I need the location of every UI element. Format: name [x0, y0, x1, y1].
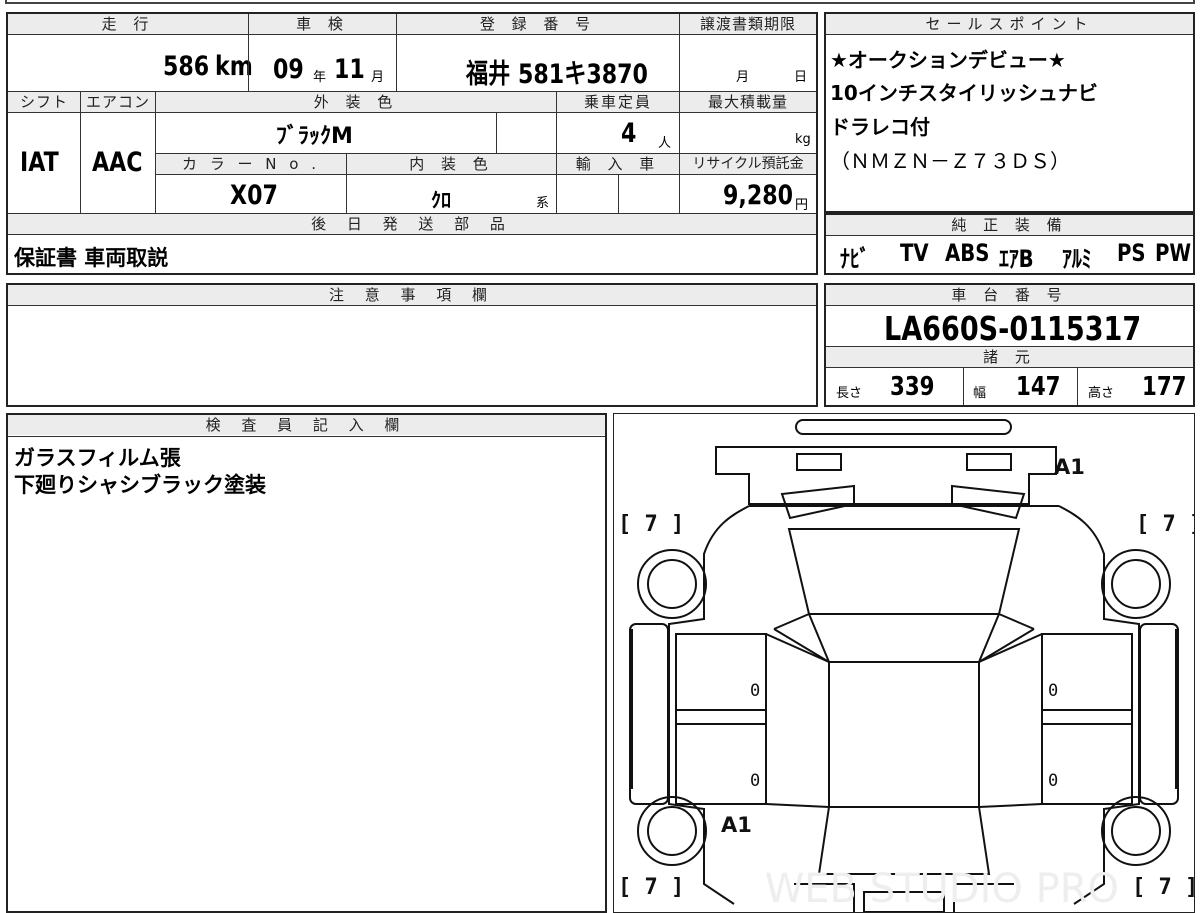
- inspector-header: 検 査 員 記 入 欄: [8, 415, 605, 435]
- tire-left-rear: [ 7 ]: [618, 875, 684, 900]
- shaken-month-unit: 月: [371, 70, 385, 85]
- shift-header: シフト: [8, 92, 80, 112]
- sales-points-panel: セールスポイント ★オークションデビュー★ 10インチスタイリッシュナビ ドラレ…: [824, 12, 1195, 213]
- height-value: 177: [1142, 372, 1187, 402]
- aircon-header: エアコン: [81, 92, 155, 112]
- equip-navi: ﾅﾋﾞ: [840, 245, 870, 273]
- door-lr-mark: 0: [750, 771, 760, 791]
- chassis-header: 車 台 番 号: [826, 285, 1193, 305]
- capacity-header: 乗車定員: [557, 92, 679, 112]
- tire-left-front: [ 7 ]: [618, 512, 684, 537]
- int-color-header: 内 装 色: [347, 154, 556, 174]
- recycle-header: リサイクル預託金: [680, 154, 816, 174]
- notes-header: 注 意 事 項 欄: [8, 285, 816, 305]
- registration-number: 福井 581キ3870: [466, 59, 648, 90]
- inspector-line-2: 下廻りシャシブラック塗装: [14, 473, 266, 497]
- aircon-value: AAC: [92, 147, 143, 178]
- inspector-line-1: ガラスフィルム張: [14, 446, 181, 470]
- shaken-header: 車 検: [249, 14, 396, 34]
- color-no-value: X07: [230, 180, 278, 211]
- chassis-number: LA660S-0115317: [884, 309, 1142, 348]
- equip-airbag: ｴｱB: [999, 245, 1034, 273]
- spec-header: 諸 元: [826, 347, 1193, 367]
- inspector-panel: 検 査 員 記 入 欄 ガラスフィルム張 下廻りシャシブラック塗装: [6, 413, 607, 913]
- car-diagram-panel: WEB STUDIO PRO [ 7 ] [ 7 ] [ 7 ] [ 7 ] A…: [613, 413, 1195, 913]
- width-label: 幅: [973, 386, 987, 401]
- doc-deadline-header: 譲渡書類期限: [680, 14, 816, 34]
- int-color-value: ｸﾛ: [431, 188, 451, 212]
- int-color-suffix: 系: [536, 196, 550, 211]
- sales-point-line-3: ドラレコ付: [830, 115, 930, 139]
- max-load-unit: kg: [795, 132, 811, 147]
- shaken-year-unit: 年: [313, 70, 327, 85]
- equipment-panel: 純 正 装 備 ﾅﾋﾞ TV ABS ｴｱB ｱﾙﾐ PS PW: [824, 213, 1195, 275]
- height-label: 高さ: [1088, 386, 1115, 401]
- sales-points-header: セールスポイント: [826, 14, 1193, 34]
- equip-abs: ABS: [945, 239, 990, 267]
- equip-alumi: ｱﾙﾐ: [1062, 245, 1092, 273]
- top-partial-strip: [5, 0, 1195, 4]
- ext-color-header: 外 装 色: [156, 92, 556, 112]
- shift-value: IAT: [20, 147, 59, 178]
- shaken-year: 09: [273, 54, 304, 85]
- sales-point-line-2: 10インチスタイリッシュナビ: [830, 81, 1098, 105]
- mileage-header: 走 行: [8, 14, 248, 34]
- car-diagram: WEB STUDIO PRO [ 7 ] [ 7 ] [ 7 ] [ 7 ] A…: [618, 419, 1194, 912]
- doc-month-unit: 月: [736, 70, 750, 85]
- tire-right-rear: [ 7 ]: [1132, 875, 1194, 900]
- import-header: 輸 入 車: [557, 154, 679, 174]
- equip-ps: PS: [1117, 239, 1146, 267]
- vehicle-info-panel: 走 行 車 検 登 録 番 号 譲渡書類期限 586 km 09 年 11 月 …: [6, 12, 818, 275]
- door-lf-mark: 0: [750, 681, 760, 701]
- capacity-unit: 人: [658, 136, 672, 151]
- notes-panel: 注 意 事 項 欄: [6, 283, 818, 407]
- tire-right-front: [ 7 ]: [1136, 512, 1194, 537]
- doc-day-unit: 日: [794, 70, 808, 85]
- color-no-header: カ ラ ー N o .: [156, 154, 346, 174]
- equip-tv: TV: [900, 239, 929, 267]
- chassis-panel: 車 台 番 号 LA660S-0115317 諸 元 長さ 339 幅 147 …: [824, 283, 1195, 407]
- shaken-month: 11: [334, 54, 365, 85]
- later-parts-header: 後 日 発 送 部 品: [8, 214, 816, 234]
- damage-mark-top-right: A1: [1054, 455, 1085, 479]
- damage-mark-rear-left: A1: [721, 813, 752, 837]
- recycle-fee: 9,280: [723, 180, 794, 211]
- length-value: 339: [890, 372, 935, 402]
- max-load-header: 最大積載量: [680, 92, 816, 112]
- recycle-unit: 円: [795, 198, 809, 213]
- door-rr-mark: 0: [1048, 771, 1058, 791]
- equipment-header: 純 正 装 備: [826, 215, 1193, 235]
- registration-header: 登 録 番 号: [397, 14, 679, 34]
- width-value: 147: [1016, 372, 1061, 402]
- mileage-value: 586: [163, 51, 210, 82]
- sales-point-line-4: （ＮＭＺＮ－Ｚ７３ＤＳ）: [830, 149, 1070, 173]
- watermark-text: WEB STUDIO PRO: [765, 866, 1119, 912]
- ext-color-value: ﾌﾞﾗｯｸM: [276, 124, 353, 149]
- length-label: 長さ: [836, 386, 863, 401]
- capacity-value: 4: [621, 118, 637, 149]
- later-parts-value: 保証書 車両取説: [14, 246, 169, 270]
- door-rf-mark: 0: [1048, 681, 1058, 701]
- sales-point-line-1: ★オークションデビュー★: [830, 48, 1066, 72]
- equip-pw: PW: [1155, 239, 1192, 267]
